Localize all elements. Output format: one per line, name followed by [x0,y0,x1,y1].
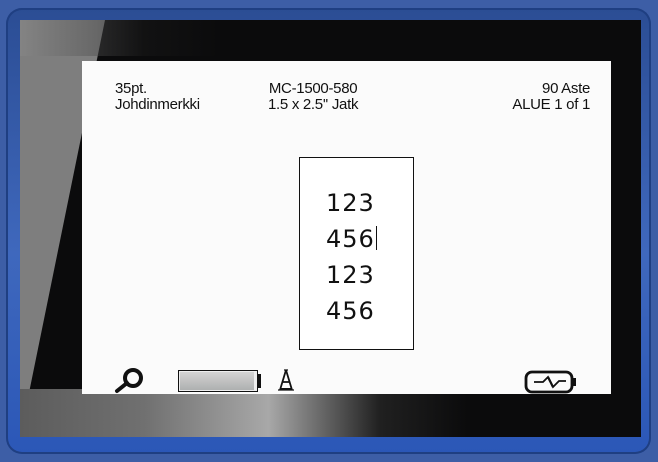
bezel-top-shading [20,20,641,56]
font-style-icon [278,369,294,391]
ac-power-battery-icon [524,370,576,394]
part-number-text: MC-1500-580 [268,80,358,97]
status-bar [82,362,611,394]
text-cursor [375,226,377,250]
label-line-4[interactable]: 456 [326,293,377,329]
label-line-3-text: 123 [326,261,375,289]
font-size-text: 35pt. [115,80,147,97]
header-left: 35pt. Johdinmerkki [115,81,200,113]
tape-level-gauge [178,370,261,392]
label-line-3[interactable]: 123 [326,257,377,293]
rotation-text: 90 Aste [542,80,590,97]
area-text: ALUE 1 of 1 [512,96,590,113]
label-type-text: Johdinmerkki [115,96,200,113]
header-right: 90 Aste ALUE 1 of 1 [512,81,590,113]
lcd-screen: 35pt. Johdinmerkki MC-1500-580 1.5 x 2.5… [82,61,611,394]
tape-level-fill [180,372,254,390]
bezel-bottom-shading [20,389,641,437]
label-editor[interactable]: 123 456 123 456 [299,157,414,350]
label-line-1[interactable]: 123 [326,185,377,221]
size-mode-text: 1.5 x 2.5'' Jatk [268,96,359,113]
label-line-4-text: 456 [326,297,375,325]
screen-bezel: 35pt. Johdinmerkki MC-1500-580 1.5 x 2.5… [20,20,641,437]
label-text-lines[interactable]: 123 456 123 456 [326,185,377,329]
device-frame: 35pt. Johdinmerkki MC-1500-580 1.5 x 2.5… [6,8,651,454]
label-line-2[interactable]: 456 [326,221,377,257]
label-line-2-text: 456 [326,225,375,253]
header-center: MC-1500-580 1.5 x 2.5'' Jatk [268,81,358,113]
label-line-1-text: 123 [326,189,375,217]
tape-roll-icon [115,368,143,393]
